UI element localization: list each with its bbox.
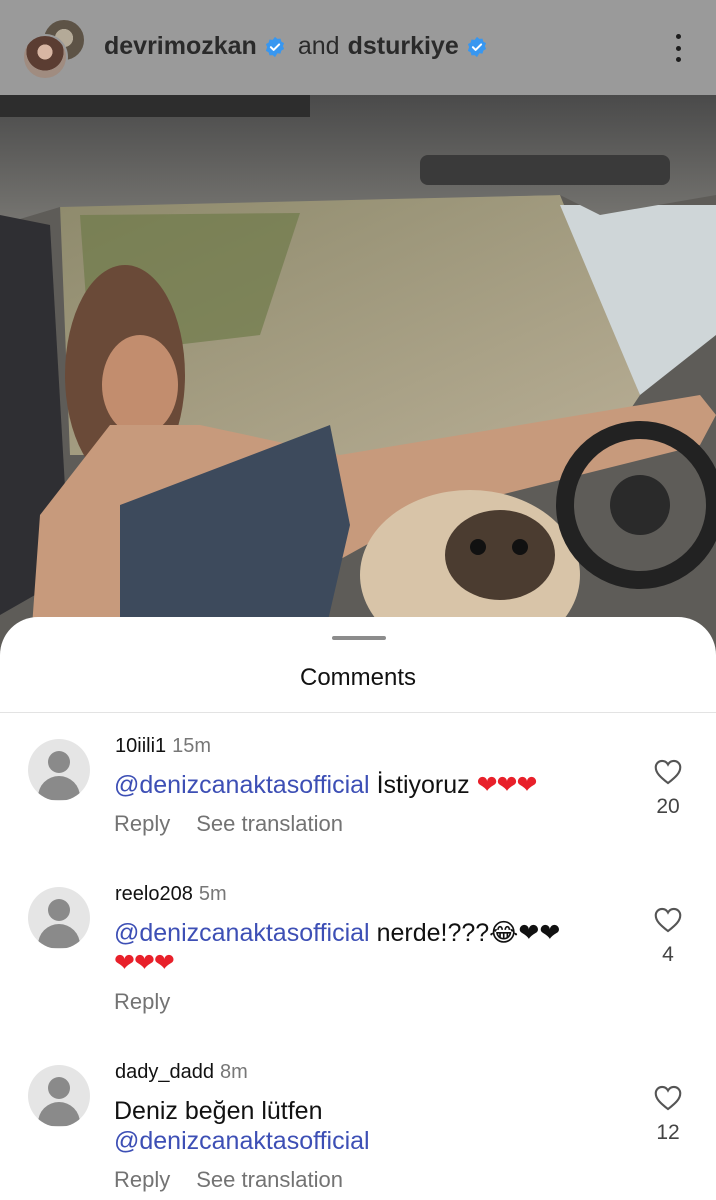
avatar[interactable] bbox=[28, 739, 90, 801]
like-count: 20 bbox=[656, 795, 680, 818]
comment-text: @denizcanaktasofficial nerde!???😂❤❤ ❤❤❤ bbox=[114, 918, 634, 978]
reply-button[interactable]: Reply bbox=[114, 989, 170, 1014]
avatar-devrimozkan bbox=[22, 34, 68, 80]
sheet-title: Comments bbox=[299, 664, 417, 691]
heart-icon bbox=[654, 907, 682, 933]
heart-emoji: ❤❤❤ bbox=[114, 949, 175, 977]
post-header: devrimozkan and dsturkiye bbox=[0, 0, 716, 95]
mention-link[interactable]: @denizcanaktasofficial bbox=[114, 771, 370, 799]
comment-body: nerde!???😂❤❤ bbox=[369, 919, 561, 947]
heart-icon bbox=[654, 1085, 682, 1111]
mention-link[interactable]: @denizcanaktasofficial bbox=[114, 919, 370, 947]
reply-button[interactable]: Reply bbox=[114, 1167, 170, 1192]
avatar[interactable] bbox=[28, 1065, 90, 1127]
comment-username[interactable]: 10iili1 bbox=[115, 735, 166, 757]
mention-link[interactable]: @denizcanaktasofficial bbox=[114, 1127, 370, 1155]
conjunction-text: and bbox=[297, 32, 340, 60]
divider bbox=[0, 712, 716, 713]
like-count: 4 bbox=[662, 943, 674, 966]
comment-meta: 10iili1 15m bbox=[115, 735, 211, 758]
comment-meta: reelo208 5m bbox=[115, 883, 227, 906]
comment-meta: dady_dadd 8m bbox=[115, 1061, 248, 1084]
comment-actions: Reply See translation bbox=[114, 1167, 343, 1193]
comment-body: İstiyoruz bbox=[369, 771, 477, 799]
comment-username[interactable]: reelo208 bbox=[115, 883, 193, 905]
collab-title: devrimozkan and dsturkiye bbox=[104, 32, 488, 61]
post-photo[interactable] bbox=[0, 95, 716, 655]
like-button[interactable]: 12 bbox=[650, 1085, 686, 1145]
comment-time: 15m bbox=[172, 735, 212, 757]
username-dsturkiye[interactable]: dsturkiye bbox=[348, 32, 459, 61]
heart-emoji: ❤❤❤ bbox=[476, 771, 538, 799]
comment-actions: Reply See translation bbox=[114, 811, 343, 837]
see-translation-button[interactable]: See translation bbox=[196, 811, 343, 836]
comment-actions: Reply bbox=[114, 989, 170, 1015]
reply-button[interactable]: Reply bbox=[114, 811, 170, 836]
comment-time: 5m bbox=[198, 883, 227, 905]
verified-badge-icon bbox=[265, 36, 284, 57]
heart-icon bbox=[654, 759, 682, 785]
comment-body: Deniz beğen lütfen bbox=[114, 1097, 323, 1125]
drag-handle[interactable] bbox=[332, 636, 386, 640]
comments-sheet: Comments 10iili1 15m @denizcanaktasoffici… bbox=[0, 617, 716, 1200]
comment-text: @denizcanaktasofficial İstiyoruz ❤❤❤ bbox=[114, 770, 634, 800]
collab-avatars[interactable] bbox=[22, 18, 88, 82]
like-button[interactable]: 4 bbox=[650, 907, 686, 967]
comment-username[interactable]: dady_dadd bbox=[115, 1061, 214, 1083]
like-count: 12 bbox=[656, 1121, 680, 1144]
comment-text: Deniz beğen lütfen @denizcanaktasofficial bbox=[114, 1096, 634, 1156]
username-devrimozkan[interactable]: devrimozkan bbox=[104, 32, 257, 61]
car-interior-image bbox=[0, 95, 716, 655]
verified-badge-icon bbox=[467, 36, 486, 57]
comment-time: 8m bbox=[219, 1061, 248, 1083]
see-translation-button[interactable]: See translation bbox=[196, 1167, 343, 1192]
more-vertical-icon[interactable] bbox=[664, 30, 692, 66]
avatar[interactable] bbox=[28, 887, 90, 949]
like-button[interactable]: 20 bbox=[650, 759, 686, 819]
